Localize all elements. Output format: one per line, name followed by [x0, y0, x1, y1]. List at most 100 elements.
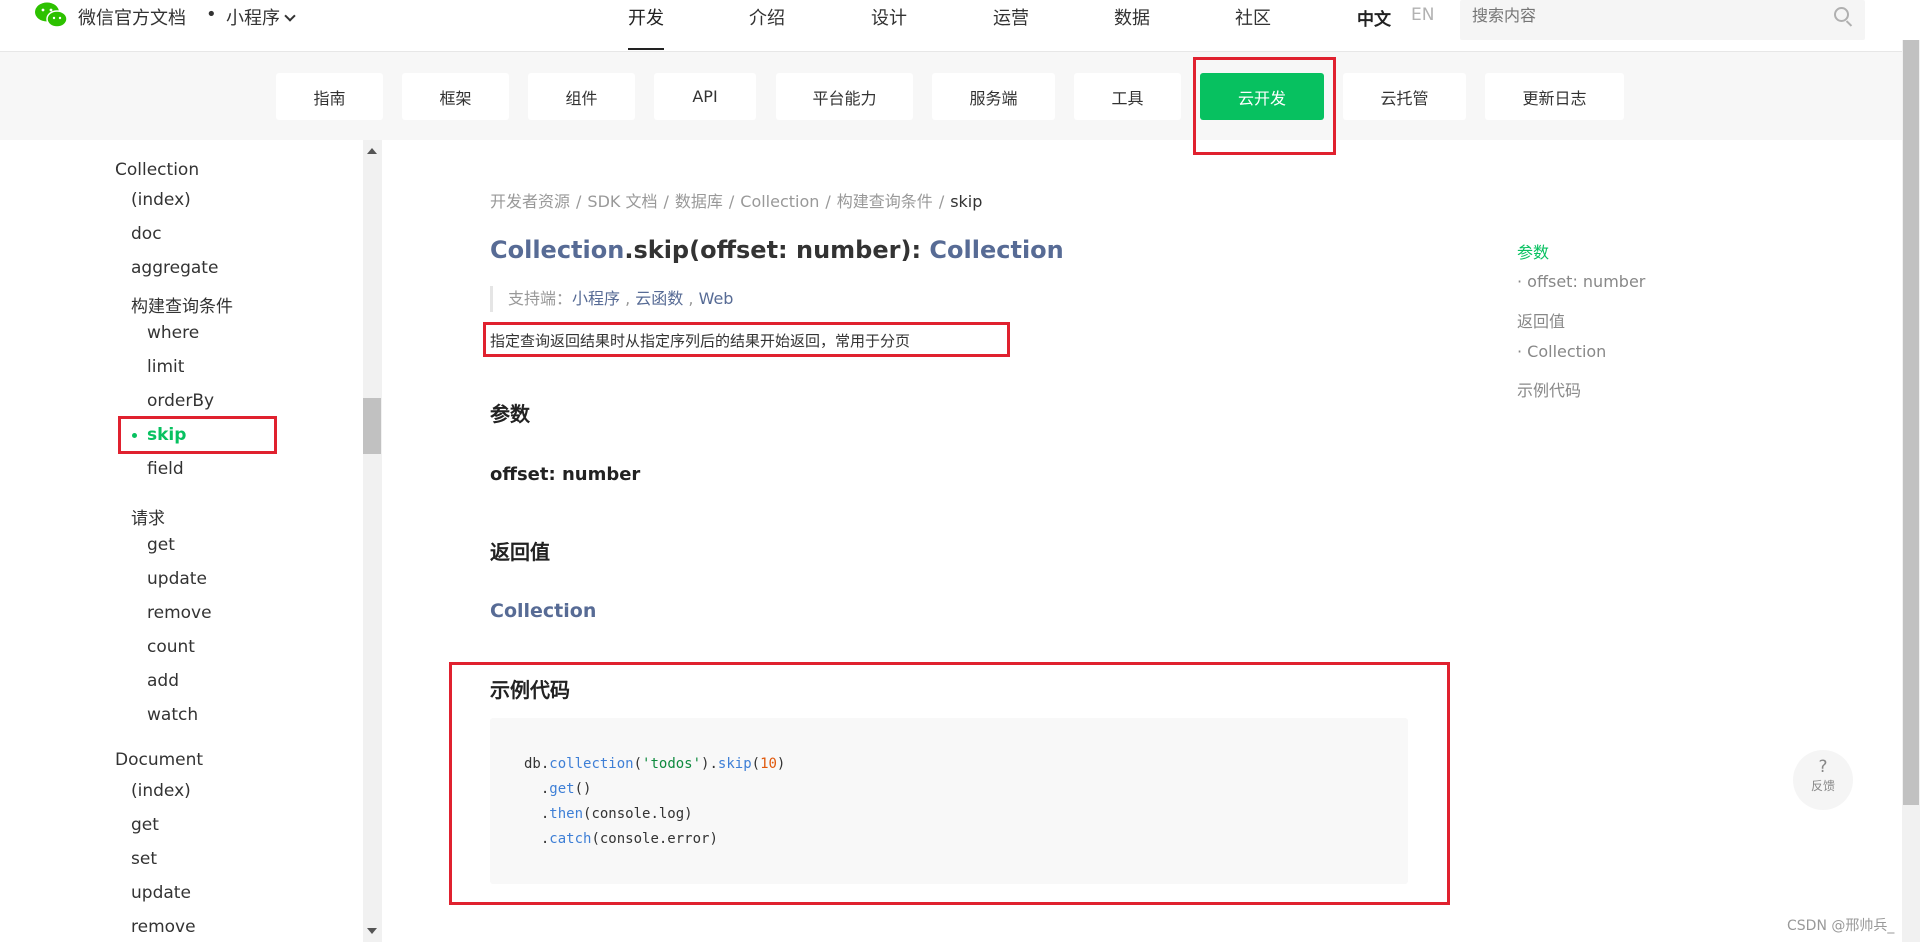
search-input[interactable] — [1472, 6, 1812, 28]
sidebar-item-skip[interactable]: skip — [147, 425, 186, 445]
tab-platform[interactable]: 平台能力 — [776, 73, 913, 120]
feedback-button[interactable]: ? 反馈 — [1793, 750, 1853, 810]
tab-guide[interactable]: 指南 — [276, 73, 383, 120]
search-box — [1460, 0, 1865, 40]
sidebar-item-where[interactable]: where — [147, 323, 199, 343]
platform-link[interactable]: Web — [699, 289, 734, 308]
breadcrumb-separator: / — [576, 192, 582, 211]
sidebar-item-aggregate[interactable]: aggregate — [131, 258, 218, 278]
sidebar-item-remove[interactable]: remove — [147, 603, 212, 623]
nav-item-community[interactable]: 社区 — [1235, 4, 1271, 30]
toc-item-return[interactable]: 返回值 — [1517, 308, 1565, 332]
sidebar-item-field[interactable]: field — [147, 459, 184, 479]
product-selector[interactable]: 小程序 — [226, 4, 296, 30]
search-icon[interactable] — [1834, 7, 1849, 22]
breadcrumb-separator: / — [938, 192, 945, 211]
code-content: db.collection('todos').skip(10) .get() .… — [524, 752, 785, 852]
scroll-up-arrow-icon[interactable] — [367, 148, 377, 154]
nav-item-design[interactable]: 设计 — [871, 4, 907, 30]
nav-active-underline — [628, 48, 664, 50]
sidebar-item-document-remove[interactable]: remove — [131, 917, 196, 937]
nav-item-operation[interactable]: 运营 — [993, 4, 1029, 30]
code-token: ( — [751, 756, 761, 772]
watermark: CSDN @邢帅兵_ — [1787, 918, 1895, 934]
sidebar-item-document-set[interactable]: set — [131, 849, 157, 869]
site-title[interactable]: 微信官方文档 — [78, 4, 186, 30]
nav-item-dev[interactable]: 开发 — [628, 4, 664, 30]
sidebar-item-watch[interactable]: watch — [147, 705, 198, 725]
return-type-link[interactable]: Collection — [490, 600, 596, 622]
sidebar-item-request[interactable]: 请求 — [131, 504, 165, 529]
category-tab-bar: 指南 框架 组件 API 平台能力 服务端 工具 云开发 云托管 更新日志 — [0, 52, 1920, 140]
sidebar-item-add[interactable]: add — [147, 671, 179, 691]
sidebar-item-document[interactable]: Document — [115, 750, 203, 770]
sidebar-item-query-conditions[interactable]: 构建查询条件 — [131, 292, 233, 317]
tab-api[interactable]: API — [654, 73, 756, 120]
sidebar-item-limit[interactable]: limit — [147, 357, 184, 377]
return-heading: 返回值 — [490, 540, 550, 564]
toc-item-offset[interactable]: · offset: number — [1517, 272, 1645, 291]
sidebar-item-document-get[interactable]: get — [131, 815, 159, 835]
breadcrumb-item[interactable]: 数据库 — [675, 192, 723, 211]
sidebar-scroll-thumb[interactable] — [363, 398, 381, 454]
code-token: collection — [549, 756, 634, 772]
scroll-down-arrow-icon[interactable] — [367, 928, 377, 934]
sidebar: Collection (index) doc aggregate 构建查询条件 … — [0, 140, 383, 942]
code-token: skip — [717, 756, 752, 772]
lang-zh-link[interactable]: 中文 — [1357, 5, 1391, 30]
platform-comma: , — [683, 289, 699, 308]
toc-item-collection[interactable]: · Collection — [1517, 342, 1606, 361]
breadcrumb-item[interactable]: 开发者资源 — [490, 192, 570, 211]
tab-cloud-hosting[interactable]: 云托管 — [1343, 73, 1466, 120]
code-token: (console.error) — [591, 831, 718, 847]
title-return-link[interactable]: Collection — [929, 236, 1063, 264]
tab-tools[interactable]: 工具 — [1074, 73, 1181, 120]
breadcrumb-separator: / — [663, 192, 669, 211]
breadcrumb-separator: / — [825, 192, 831, 211]
sidebar-item-count[interactable]: count — [147, 637, 195, 657]
breadcrumb-item[interactable]: Collection — [740, 192, 819, 211]
title-separator: • — [206, 4, 217, 25]
platform-link[interactable]: 云函数 — [635, 289, 683, 308]
sidebar-item-orderby[interactable]: orderBy — [147, 391, 214, 411]
sidebar-item-collection[interactable]: Collection — [115, 160, 199, 180]
code-token: (console.log) — [583, 806, 693, 822]
sidebar-scrollbar[interactable] — [363, 140, 382, 942]
toc-item-params[interactable]: 参数 — [1517, 239, 1549, 263]
platform-link[interactable]: 小程序 — [572, 289, 620, 308]
tab-changelog[interactable]: 更新日志 — [1485, 73, 1624, 120]
params-heading: 参数 — [490, 402, 530, 426]
sidebar-item-doc[interactable]: doc — [131, 224, 162, 244]
breadcrumb-separator: / — [728, 192, 735, 211]
code-token: . — [524, 831, 550, 847]
code-token: 10 — [760, 756, 777, 772]
nav-item-data[interactable]: 数据 — [1114, 4, 1150, 30]
tab-framework[interactable]: 框架 — [402, 73, 509, 120]
lang-en-link[interactable]: EN — [1411, 5, 1434, 25]
sidebar-item-collection-index[interactable]: (index) — [131, 190, 191, 210]
code-token: get — [549, 781, 575, 797]
nav-item-intro[interactable]: 介绍 — [749, 4, 785, 30]
tab-server[interactable]: 服务端 — [932, 73, 1055, 120]
sidebar-item-get[interactable]: get — [147, 535, 175, 555]
title-class-link[interactable]: Collection — [490, 236, 624, 264]
code-block[interactable]: db.collection('todos').skip(10) .get() .… — [490, 718, 1408, 884]
active-item-dot-icon — [132, 433, 137, 438]
breadcrumb: 开发者资源 / SDK 文档 / 数据库 / Collection / 构建查询条件 / skip — [490, 188, 982, 212]
sidebar-item-update[interactable]: update — [147, 569, 207, 589]
code-token: catch — [549, 831, 592, 847]
tab-components[interactable]: 组件 — [528, 73, 635, 120]
wechat-logo-icon[interactable] — [34, 2, 68, 30]
tab-cloud-dev[interactable]: 云开发 — [1200, 73, 1324, 120]
code-token: ( — [633, 756, 643, 772]
breadcrumb-item[interactable]: 构建查询条件 — [837, 192, 933, 211]
toc-item-example[interactable]: 示例代码 — [1517, 377, 1581, 401]
page-scroll-thumb[interactable] — [1903, 40, 1919, 805]
sidebar-item-document-index[interactable]: (index) — [131, 781, 191, 801]
code-token: db. — [524, 756, 550, 772]
sidebar-item-document-update[interactable]: update — [131, 883, 191, 903]
breadcrumb-current: skip — [950, 192, 983, 211]
code-token: . — [524, 806, 550, 822]
code-token: then — [549, 806, 584, 822]
breadcrumb-item[interactable]: SDK 文档 — [587, 192, 657, 211]
